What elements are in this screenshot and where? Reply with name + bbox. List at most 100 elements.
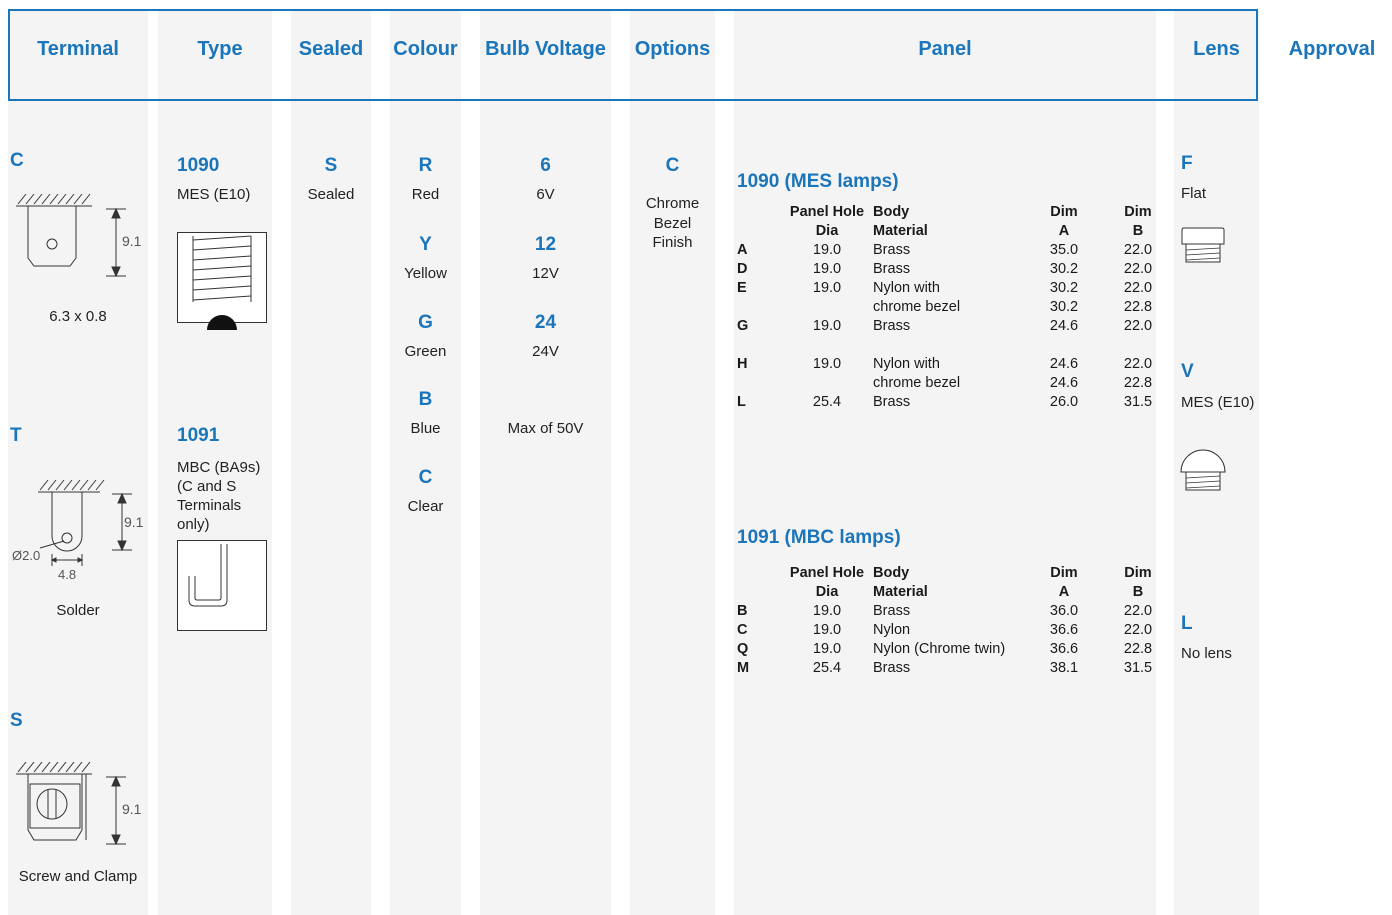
voltage-code-6: 6 [540, 155, 551, 176]
table-cell: 24.6 [1049, 375, 1079, 391]
table-cell: Q [737, 641, 749, 657]
header-sealed: Sealed [298, 38, 364, 60]
panel-header-cell: Body [873, 204, 910, 220]
panel-mes-title: 1090 (MES lamps) [737, 171, 899, 192]
table-cell [781, 336, 873, 355]
type-1091-desc-3: Terminals [177, 497, 242, 514]
mes-thread-icon [177, 232, 267, 330]
table-cell: 19.0 [812, 641, 842, 657]
table-cell: L [737, 394, 746, 410]
panel-header-row: Dia Material A B [737, 583, 1181, 602]
colour-label-b: Blue [410, 420, 441, 437]
table-cell: 36.0 [1049, 603, 1079, 619]
table-cell: 38.1 [1049, 660, 1079, 676]
terminal-c-dim: 9.1 [122, 233, 142, 249]
panel-header-cell: B [1132, 584, 1144, 600]
colour-label-c: Clear [407, 498, 444, 515]
table-cell [737, 374, 781, 393]
panel-header-cell: A [1058, 223, 1070, 239]
table-cell: 22.8 [1123, 375, 1153, 391]
lens-code-f: F [1181, 153, 1193, 174]
terminal-t-dim: 9.1 [124, 514, 144, 530]
table-cell: 22.0 [1123, 356, 1153, 372]
table-cell [737, 336, 781, 355]
panel-header-cell [737, 203, 781, 222]
panel-header-row: Panel Hole Body Dim Dim [737, 203, 1181, 222]
table-cell: 36.6 [1049, 641, 1079, 657]
voltage-code-24: 24 [534, 312, 557, 333]
header-options: Options [634, 38, 711, 60]
terminal-code-c: C [10, 150, 24, 171]
terminal-c-caption: 6.3 x 0.8 [49, 308, 107, 325]
type-1090-desc: MES (E10) [177, 186, 251, 203]
terminal-t-width: 4.8 [58, 567, 76, 582]
table-cell: G [737, 318, 749, 334]
options-column [630, 10, 715, 915]
table-cell: Nylon [873, 622, 911, 638]
voltage-label-12: 12V [532, 265, 559, 282]
table-row: D 19.0 Brass 30.2 22.0 [737, 260, 1181, 279]
header-colour: Colour [393, 38, 458, 60]
table-row: H 19.0 Nylon with 24.6 22.0 [737, 355, 1181, 374]
table-cell: Brass [873, 603, 911, 619]
terminal-code-t: T [10, 425, 22, 446]
table-cell: 22.0 [1123, 242, 1153, 258]
table-cell: 22.8 [1123, 299, 1153, 315]
panel-header-cell: Material [873, 584, 928, 600]
table-cell: Brass [873, 261, 911, 277]
table-cell [781, 374, 873, 393]
panel-header-cell [737, 564, 781, 583]
terminal-code-s: S [10, 710, 23, 731]
table-cell: B [737, 603, 748, 619]
terminal-t-drawing: Ø2.0 4.8 9.1 [12, 479, 144, 582]
table-cell: 24.6 [1049, 356, 1079, 372]
table-cell: Brass [873, 242, 911, 258]
colour-column [390, 10, 461, 915]
sealed-column [291, 10, 371, 915]
panel-header-cell: Dia [815, 223, 839, 239]
sealed-code: S [324, 155, 338, 176]
flat-lens-icon [1181, 227, 1225, 263]
table-cell [873, 336, 1033, 355]
voltage-column [480, 10, 611, 915]
panel-header-cell [737, 583, 781, 602]
type-1091-desc-2: (C and S [177, 478, 237, 495]
header-approval: Approval [1288, 38, 1376, 60]
panel-column [734, 10, 1156, 915]
panel-mbc-table: Panel Hole Body Dim Dim Dia Material A B B 19.0 B… [737, 564, 1181, 678]
table-cell: 30.2 [1049, 261, 1079, 277]
voltage-label-24: 24V [532, 343, 559, 360]
voltage-label-6: 6V [536, 186, 555, 203]
panel-mes-table: Panel Hole Body Dim Dim Dia Material A B A 19.0 B… [737, 203, 1181, 412]
table-row: M 25.4 Brass 38.1 31.5 [737, 659, 1181, 678]
panel-header-cell: Dim [1050, 204, 1078, 220]
options-code: C [665, 155, 680, 176]
panel-header-row: Panel Hole Body Dim Dim [737, 564, 1181, 583]
table-cell: 35.0 [1049, 242, 1079, 258]
table-cell: Nylon (Chrome twin) [873, 641, 1006, 657]
table-cell [781, 298, 873, 317]
table-cell: 19.0 [812, 603, 842, 619]
table-cell: 22.8 [1123, 641, 1153, 657]
table-cell: 30.2 [1049, 299, 1079, 315]
panel-header-row: Dia Material A B [737, 222, 1181, 241]
table-cell: Nylon with [873, 356, 940, 372]
lens-label-v: MES (E10) [1181, 394, 1255, 411]
voltage-code-12: 12 [534, 234, 557, 255]
terminal-s-caption: Screw and Clamp [18, 868, 138, 885]
panel-header-cell: Dia [815, 584, 839, 600]
table-cell [737, 298, 781, 317]
options-line-3: Finish [652, 234, 693, 251]
terminal-t-hole: Ø2.0 [12, 548, 40, 563]
lens-label-l: No lens [1181, 645, 1232, 662]
table-row: Q 19.0 Nylon (Chrome twin) 36.6 22.8 [737, 640, 1181, 659]
header-panel: Panel [918, 38, 972, 60]
table-cell: 19.0 [812, 356, 842, 372]
table-cell: 19.0 [812, 280, 842, 296]
table-cell: 22.0 [1123, 261, 1153, 277]
terminal-c-drawing: 9.1 [16, 193, 142, 278]
table-row: chrome bezel 30.2 22.8 [737, 298, 1181, 317]
colour-label-r: Red [411, 186, 440, 203]
colour-code-c: C [418, 467, 433, 488]
table-cell: 31.5 [1123, 660, 1153, 676]
